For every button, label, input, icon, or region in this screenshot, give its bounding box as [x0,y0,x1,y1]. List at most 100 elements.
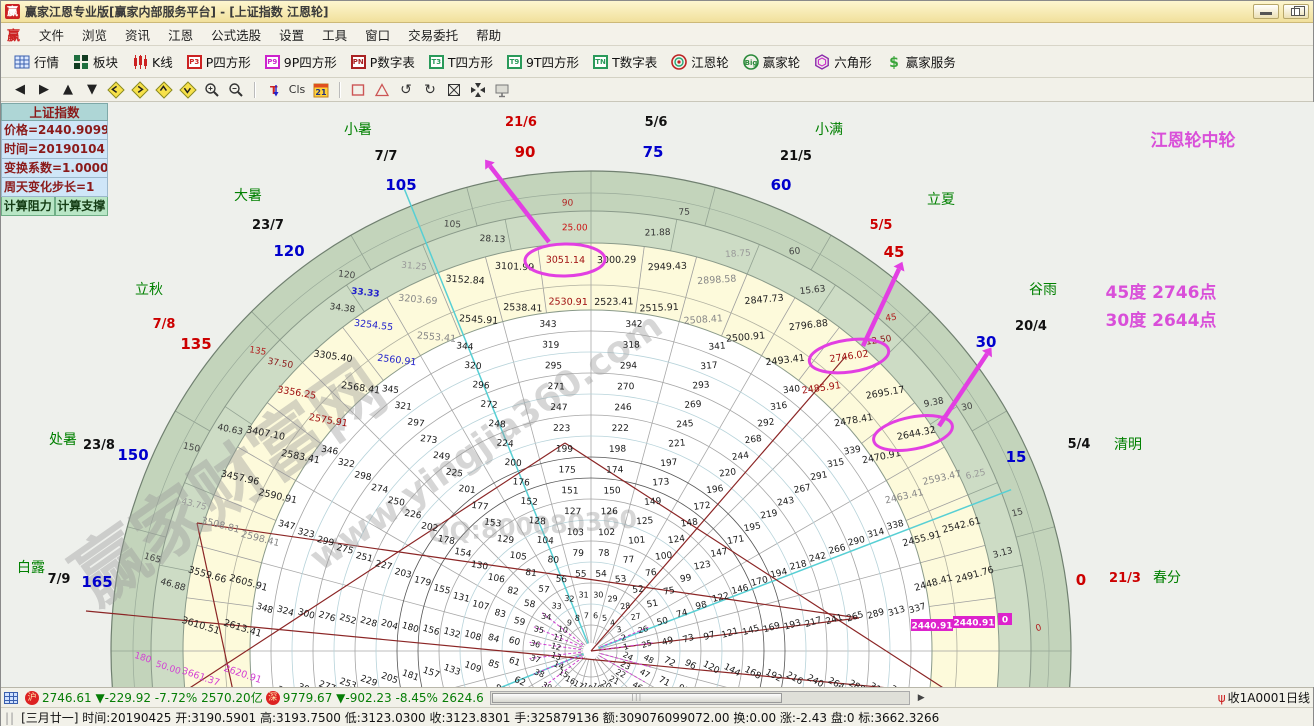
menu-trade[interactable]: 交易委托 [399,23,467,46]
tool-winner-wheel[interactable]: Big赢家轮 [736,49,808,74]
svg-text:246: 246 [614,403,632,413]
svg-text:54: 54 [595,570,607,580]
scroll-right-arrow[interactable]: ▶ [918,693,925,703]
svg-text:77: 77 [623,555,635,566]
toolbar-separator [339,82,340,98]
svg-text:21/6: 21/6 [505,115,537,130]
svg-text:7/7: 7/7 [375,149,398,164]
svg-text:80: 80 [547,555,559,566]
tool-gann-wheel[interactable]: 江恩轮 [664,49,736,74]
svg-text:79: 79 [572,549,584,559]
menu-settings[interactable]: 设置 [270,23,313,46]
nav-first-icon[interactable]: ◀ [9,80,31,100]
draw-rectangle-icon[interactable] [347,80,369,100]
menu-tools[interactable]: 工具 [313,23,356,46]
tool-label: 赢家服务 [906,52,956,71]
svg-text:198: 198 [609,445,627,455]
svg-text:8: 8 [575,614,581,623]
t-square-icon: T3 [429,55,444,69]
chart-area[interactable]: 上证指数 价格=2440.9099时间=20190104变换系数=1.00000… [1,102,1314,687]
zoom-in-icon[interactable] [201,80,223,100]
svg-text:5/4: 5/4 [1068,437,1091,452]
instrument-name: 上证指数 [1,103,108,121]
svg-text:21/3: 21/3 [1109,571,1141,586]
svg-text:320: 320 [464,361,482,372]
tool-winner-service[interactable]: $赢家服务 [879,49,963,74]
gann-wheel-canvas[interactable]: 赢家财富网www.yingjia360.comQQ:80008036012345… [1,102,1314,687]
tool-label: T数字表 [612,52,657,71]
svg-text:317: 317 [700,361,718,372]
tool-label: 9P四方形 [284,52,337,71]
svg-text:295: 295 [545,361,562,371]
svg-text:3051.14: 3051.14 [546,255,585,267]
svg-text:6: 6 [593,611,598,620]
menu-gann[interactable]: 江恩 [159,23,202,46]
zoom-out-icon[interactable] [225,80,247,100]
scrollbar-thumb[interactable] [492,693,782,703]
horizontal-scrollbar[interactable] [490,691,910,705]
svg-text:2538.41: 2538.41 [503,302,543,315]
tool-quotes[interactable]: 行情 [7,49,66,74]
tool-9t-square[interactable]: T99T四方形 [500,49,586,74]
svg-text:23/7: 23/7 [252,218,284,233]
rotate-cw-icon[interactable]: ↻ [419,80,441,100]
svg-text:30度 2644点: 30度 2644点 [1106,310,1217,331]
svg-text:55: 55 [575,570,587,580]
nav-up-icon[interactable]: ▲ [57,80,79,100]
menu-help[interactable]: 帮助 [467,23,510,46]
time-axis-icon[interactable]: T [262,80,284,100]
svg-text:23/8: 23/8 [83,438,115,453]
nav-down-icon[interactable]: ▼ [81,80,103,100]
info-row: 变换系数=1.00000 [1,159,108,178]
minimize-button[interactable] [1253,4,1279,19]
svg-text:45: 45 [885,313,898,325]
calendar-icon[interactable]: 21 [310,80,332,100]
winner-wheel-icon: Big [743,54,759,70]
tool-9p-square[interactable]: P99P四方形 [258,49,344,74]
pan-up-icon[interactable] [153,80,175,100]
svg-text:75: 75 [663,586,676,598]
menu-file[interactable]: 文件 [30,23,73,46]
quote-grid-icon[interactable] [4,692,18,704]
svg-text:5: 5 [602,614,608,623]
svg-text:120: 120 [338,269,356,281]
pan-right-icon[interactable] [129,80,151,100]
svg-text:126: 126 [601,507,619,517]
menu-window[interactable]: 窗口 [356,23,399,46]
center-view-icon[interactable] [467,80,489,100]
shenzhen-index-quote: 9779.67 ▼-902.23 -8.45% 2624.6 [283,691,484,705]
cls-button[interactable]: Cls [286,80,308,100]
svg-text:269: 269 [684,400,702,411]
tool-t-number-table[interactable]: TNT数字表 [586,49,664,74]
info-row: 价格=2440.9099 [1,121,108,140]
calc-support-button[interactable]: 计算支撑 [55,197,109,216]
kline-icon [132,54,148,70]
presentation-icon[interactable] [491,80,513,100]
nav-last-icon[interactable]: ▶ [33,80,55,100]
svg-text:221: 221 [668,438,686,449]
tool-t-square[interactable]: T3T四方形 [422,49,500,74]
menu-news[interactable]: 资讯 [116,23,159,46]
menu-browse[interactable]: 浏览 [73,23,116,46]
market-status-bar: 沪 2746.61 ▼-229.92 -7.72% 2570.20亿 深 977… [1,687,1313,707]
rotate-ccw-icon[interactable]: ↺ [395,80,417,100]
draw-triangle-icon[interactable] [371,80,393,100]
select-region-icon[interactable] [443,80,465,100]
tool-sectors[interactable]: 板块 [66,49,125,74]
svg-text:128: 128 [528,516,546,527]
pan-left-icon[interactable] [105,80,127,100]
tool-kline[interactable]: K线 [125,49,180,74]
restore-button[interactable] [1283,4,1309,19]
svg-text:53: 53 [615,575,627,586]
tool-hexagon[interactable]: 六角形 [807,49,879,74]
svg-text:174: 174 [606,465,624,475]
pan-down-icon[interactable] [177,80,199,100]
tool-p-square[interactable]: P3P四方形 [180,49,258,74]
svg-text:60: 60 [788,246,801,257]
svg-text:5/5: 5/5 [870,218,893,233]
calc-resistance-button[interactable]: 计算阻力 [1,197,55,216]
tool-label: P数字表 [370,52,415,71]
quotes-icon [14,54,30,70]
tool-p-number-table[interactable]: PNP数字表 [344,49,422,74]
menu-formula-stock-pick[interactable]: 公式选股 [202,23,270,46]
